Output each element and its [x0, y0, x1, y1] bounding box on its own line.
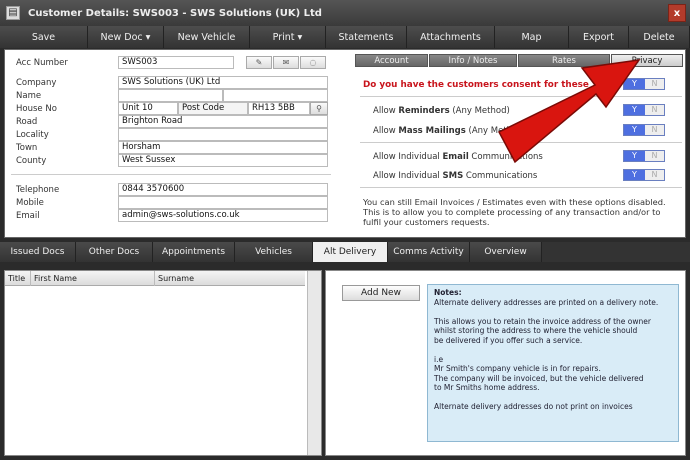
statements-button[interactable]: Statements [326, 26, 407, 48]
tab-account[interactable]: Account [355, 54, 428, 67]
alt-delivery-detail-panel: Add New Notes: Alternate delivery addres… [325, 270, 686, 456]
house-no-field[interactable]: Unit 10 [118, 102, 178, 115]
column-first-name[interactable]: First Name [31, 271, 155, 286]
main-toolbar: Save New Doc ▾ New Vehicle Print ▾ State… [0, 26, 690, 48]
email-field[interactable]: admin@sws-solutions.co.uk [118, 209, 328, 222]
new-vehicle-button[interactable]: New Vehicle [164, 26, 250, 48]
acc-number-label: Acc Number [16, 58, 68, 68]
name-label: Name [16, 91, 42, 101]
company-label: Company [16, 78, 57, 88]
mobile-label: Mobile [16, 198, 44, 208]
tab-appointments[interactable]: Appointments [153, 242, 235, 262]
edit-icon[interactable]: ✎ [246, 56, 272, 69]
tab-vehicles[interactable]: Vehicles [235, 242, 313, 262]
house-no-label: House No [16, 104, 57, 114]
customer-details-panel: Acc Number SWS003 ✎ ✉ ◌ Company SWS Solu… [4, 49, 686, 238]
privacy-footnote: You can still Email Invoices / Estimates… [363, 197, 666, 227]
privacy-divider-3 [360, 187, 682, 188]
delete-button[interactable]: Delete [629, 26, 690, 48]
alt-delivery-grid: Title First Name Surname [4, 270, 322, 456]
add-new-button[interactable]: Add New [342, 285, 420, 301]
town-label: Town [16, 143, 38, 153]
sms-comms-label: Allow Individual SMS Communications [373, 171, 538, 181]
tab-issued-docs[interactable]: Issued Docs [0, 242, 76, 262]
post-code-label: Post Code [178, 102, 248, 115]
locality-field[interactable] [118, 128, 328, 141]
tab-alt-delivery[interactable]: Alt Delivery [313, 242, 388, 262]
print-button[interactable]: Print ▾ [250, 26, 326, 48]
telephone-label: Telephone [16, 185, 60, 195]
company-field[interactable]: SWS Solutions (UK) Ltd [118, 76, 328, 89]
tab-other-docs[interactable]: Other Docs [76, 242, 153, 262]
column-title[interactable]: Title [5, 271, 31, 286]
grid-header: Title First Name Surname [5, 271, 305, 286]
export-button[interactable]: Export [569, 26, 629, 48]
close-button[interactable]: x [668, 4, 686, 22]
speech-bubble-icon[interactable]: ◌ [300, 56, 326, 69]
grid-scrollbar[interactable] [307, 271, 321, 455]
search-icon[interactable]: ⚲ [310, 102, 328, 115]
column-surname[interactable]: Surname [155, 271, 305, 286]
email-label: Email [16, 211, 40, 221]
first-name-field[interactable] [118, 89, 223, 102]
tab-comms-activity[interactable]: Comms Activity [388, 242, 470, 262]
envelope-icon[interactable]: ✉ [273, 56, 299, 69]
road-label: Road [16, 117, 38, 127]
road-field[interactable]: Brighton Road [118, 115, 328, 128]
acc-number-field[interactable]: SWS003 [118, 56, 234, 69]
window-title-bar: ▤ Customer Details: SWS003 - SWS Solutio… [0, 0, 690, 26]
telephone-field[interactable]: 0844 3570600 [118, 183, 328, 196]
save-button[interactable]: Save [0, 26, 88, 48]
annotation-arrow-icon [497, 59, 641, 164]
surname-field[interactable] [223, 89, 328, 102]
window-title: Customer Details: SWS003 - SWS Solutions… [28, 7, 322, 19]
app-icon: ▤ [6, 6, 20, 20]
post-code-field[interactable]: RH13 5BB [248, 102, 310, 115]
tab-overview[interactable]: Overview [470, 242, 542, 262]
map-button[interactable]: Map [495, 26, 569, 48]
mobile-field[interactable] [118, 196, 328, 209]
county-label: County [16, 156, 47, 166]
locality-label: Locality [16, 130, 49, 140]
notes-box: Notes: Alternate delivery addresses are … [427, 284, 679, 442]
form-divider [11, 174, 331, 175]
town-field[interactable]: Horsham [118, 141, 328, 154]
attachments-button[interactable]: Attachments [407, 26, 495, 48]
new-doc-button[interactable]: New Doc ▾ [88, 26, 164, 48]
county-field[interactable]: West Sussex [118, 154, 328, 167]
lower-tab-bar: Issued Docs Other Docs Appointments Vehi… [0, 242, 690, 262]
